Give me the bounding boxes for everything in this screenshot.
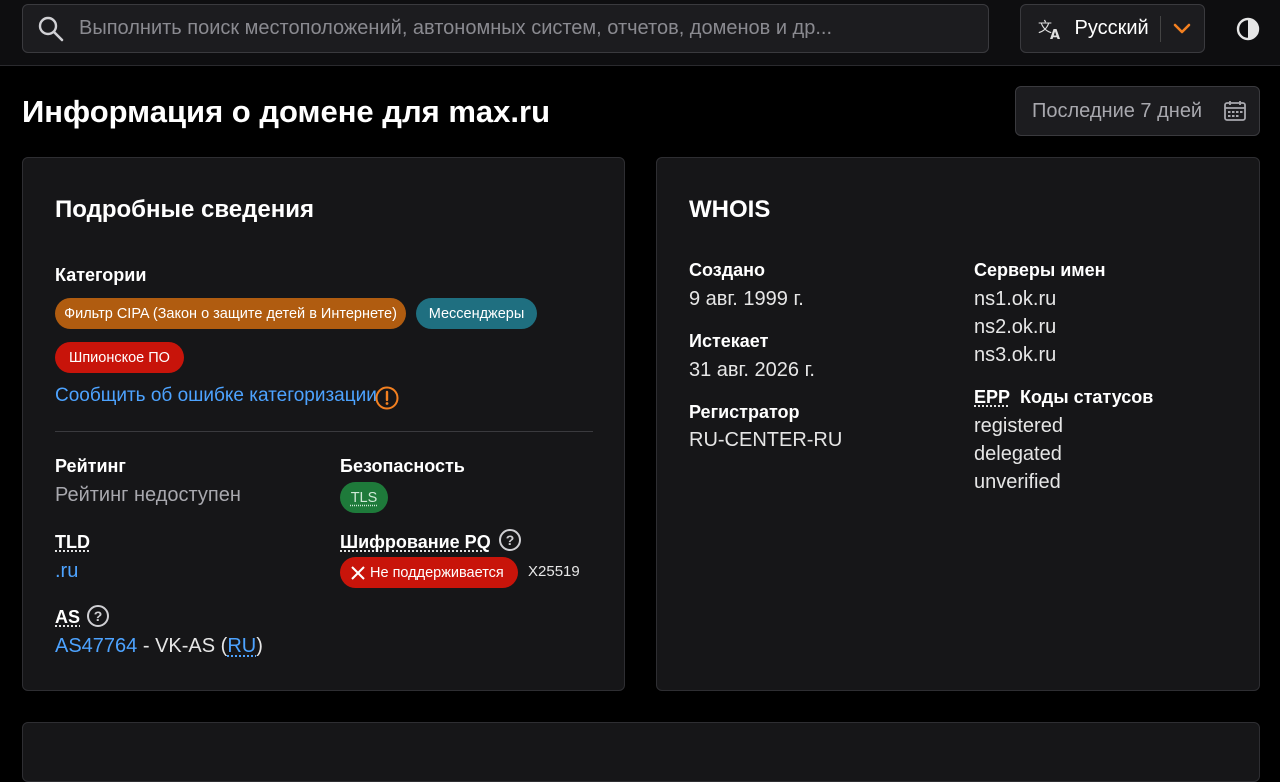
theme-toggle-icon[interactable] [1234,15,1262,43]
pq-status-text: Не поддерживается [370,564,504,581]
whois-card: WHOIS Создано 9 авг. 1999 г. Истекает 31… [656,157,1260,691]
date-range-button[interactable]: Последние 7 дней [1015,86,1260,136]
expires-value: 31 авг. 2026 г. [689,359,815,381]
expires-label: Истекает [689,331,769,351]
categories-label: Категории [55,265,147,285]
created-label: Создано [689,260,766,280]
search-input[interactable] [79,5,988,52]
calendar-icon [1219,99,1259,123]
tld-link[interactable]: .ru [55,560,78,583]
registrar-value: RU-CENTER-RU [689,429,843,451]
as-number-link[interactable]: AS47764 [55,635,137,657]
tls-badge[interactable]: TLS [340,482,388,513]
whois-title: WHOIS [689,196,771,223]
close-icon [351,565,365,580]
svg-text:A: A [1050,28,1060,41]
as-country-link[interactable]: RU [227,635,256,657]
as-name: - VK-AS ( [137,635,228,657]
help-icon[interactable]: ? [87,605,109,627]
epp-status-title: Коды статусов [1020,387,1154,407]
tld-label[interactable]: TLD [55,532,90,553]
pq-key-exchange: X25519 [528,563,580,580]
page-title: Информация о домене для max.ru [22,94,550,129]
pq-encryption-label[interactable]: Шифрование PQ [340,532,491,553]
rating-label: Рейтинг [55,456,126,476]
registrar-label: Регистратор [689,402,800,422]
next-card [22,722,1260,782]
translate-icon: 文A [1021,5,1066,52]
as-label[interactable]: AS [55,607,80,628]
help-icon[interactable]: ? [499,529,521,551]
divider [55,431,593,432]
nameserver-item: ns2.ok.ru [974,316,1057,338]
date-range-label: Последние 7 дней [1032,99,1203,122]
language-selector[interactable]: 文A Русский [1020,4,1205,53]
epp-status-item: delegated [974,443,1062,465]
epp-status-item: unverified [974,471,1061,493]
pq-status-badge: Не поддерживается [340,557,518,588]
as-value: AS47764 - VK-AS (RU) [55,635,263,658]
search-icon [23,4,79,53]
warning-icon [375,386,399,410]
details-title: Подробные сведения [55,196,314,223]
category-badge-cipa: Фильтр CIPA (Закон о защите детей в Инте… [55,298,406,329]
chevron-down-icon[interactable] [1161,5,1204,52]
nameservers-label: Серверы имен [974,260,1106,280]
top-bar: 文A Русский [0,0,1280,66]
security-label: Безопасность [340,456,465,476]
epp-status-item: registered [974,415,1063,437]
search-box[interactable] [22,4,989,53]
epp-status-label: EPP Коды статусов [974,387,1153,408]
as-close: ) [256,635,263,657]
epp-abbr[interactable]: EPP [974,387,1010,407]
details-card: Подробные сведения Категории Фильтр CIPA… [22,157,625,691]
nameserver-item: ns3.ok.ru [974,344,1057,366]
rating-value: Рейтинг недоступен [55,484,241,506]
category-badge-messengers: Мессенджеры [416,298,537,329]
report-miscategorization-link[interactable]: Сообщить об ошибке категоризации [55,385,377,407]
language-label: Русский [1074,17,1149,39]
category-badge-spyware: Шпионское ПО [55,342,184,373]
nameserver-item: ns1.ok.ru [974,288,1057,310]
created-value: 9 авг. 1999 г. [689,288,804,310]
